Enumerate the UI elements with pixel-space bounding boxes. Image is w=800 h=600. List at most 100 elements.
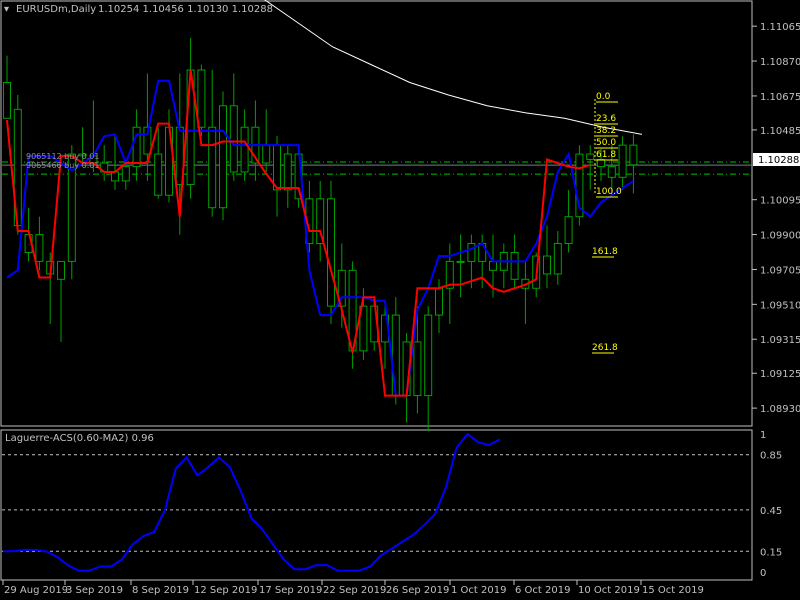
fibo-level-label: 161.8 — [592, 247, 618, 257]
candle-body-bear — [3, 82, 11, 119]
candle-body-bear — [597, 158, 605, 168]
candle — [273, 136, 281, 217]
candle-body-bear — [273, 144, 281, 191]
date-tick-label: 10 Oct 2019 — [578, 585, 640, 596]
candle-body-bear — [229, 105, 238, 173]
price-tick-label: 1.08930 — [760, 404, 800, 415]
candle — [521, 261, 530, 325]
fibo-level-label: 38.2 — [596, 126, 616, 136]
ma-lines-layer — [6, 0, 643, 397]
candle-body-bear — [607, 166, 616, 178]
candle — [327, 180, 335, 325]
date-tick-label: 1 Oct 2019 — [451, 585, 506, 596]
date-axis: 29 Aug 20193 Sep 2019 8 Sep 2019 12 Sep 20… — [2, 580, 704, 596]
fibo-level-label: 50.0 — [596, 138, 616, 148]
candle-body-bull — [435, 287, 443, 316]
candle-body-bear — [111, 171, 119, 182]
date-tick-label: 15 Oct 2019 — [642, 585, 704, 596]
candle — [121, 163, 130, 190]
price-tick-label: 1.10095 — [760, 196, 800, 207]
candle — [543, 225, 551, 289]
price-tick-label: 1.10485 — [760, 126, 800, 137]
candle-body-bull — [553, 243, 562, 275]
price-tick-label: 1.11065 — [760, 22, 800, 33]
candle-body-bear — [35, 234, 44, 262]
price-tick-label: 1.09125 — [760, 369, 800, 380]
candle — [456, 234, 465, 298]
fibonacci-layer[interactable]: 0.0 23.6 38.2 50.0 61.8 100.0 161.8 261.8 — [592, 92, 622, 354]
candle-body-bull — [283, 153, 292, 191]
candle — [564, 189, 573, 253]
candle-body-bear — [154, 153, 163, 196]
candle-body-bull — [467, 243, 476, 262]
fibo-level-label: 23.6 — [596, 114, 616, 124]
indicator-axis-label: 0.45 — [760, 506, 782, 517]
candle-body-bull — [240, 126, 249, 173]
candle-body-bear — [208, 126, 217, 209]
order-line-label-1: 9065112 buy 0.01 — [26, 152, 99, 161]
candle-body-bull — [121, 166, 130, 182]
candle-body-bear — [413, 341, 422, 397]
symbol-label: EURUSDm,Daily — [16, 4, 96, 15]
candle-body-bull — [219, 105, 227, 209]
ohlc-readout: 1.10254 1.10456 1.10130 1.10288 — [98, 4, 273, 15]
candle — [586, 145, 595, 190]
price-tick-label: 1.09510 — [760, 300, 800, 311]
candle — [57, 260, 65, 342]
date-tick-label: 3 Sep 2019 — [66, 585, 123, 596]
candle — [154, 127, 163, 199]
candle — [186, 37, 195, 199]
candle-body-bull — [456, 260, 465, 263]
candle — [219, 91, 227, 221]
candle — [618, 136, 627, 190]
candle — [499, 243, 508, 289]
candle — [100, 145, 109, 181]
date-tick-label: 29 Aug 2019 — [4, 585, 68, 596]
fibo-level-label: 100.0 — [596, 187, 622, 197]
indicator-axis-label: 1 — [760, 430, 766, 441]
date-tick-label: 22 Sep 2019 — [323, 585, 386, 596]
candle-body-bear — [586, 153, 595, 160]
candle-body-bear — [489, 260, 497, 271]
candle — [3, 55, 11, 119]
main-pane-frame — [0, 0, 753, 427]
indicator-axis-label: 0.85 — [760, 451, 782, 462]
candle — [337, 243, 346, 328]
candle — [424, 306, 433, 432]
candle-body-bull — [424, 314, 433, 397]
candle — [553, 230, 562, 285]
price-tick-label: 1.09900 — [760, 231, 800, 242]
candle-body-bear — [327, 198, 335, 307]
candle-body-bear — [543, 255, 551, 275]
chart-frames — [0, 0, 753, 581]
indicator-pane-frame — [0, 429, 753, 581]
fibo-level-label: 0.0 — [596, 92, 611, 102]
candle — [629, 134, 638, 194]
candle — [575, 145, 584, 226]
ma-fast-line — [6, 69, 591, 397]
candle-body-bear — [391, 314, 400, 397]
ma-long-line — [264, 0, 643, 135]
current-price-label: 1.10288 — [758, 155, 799, 166]
candle — [132, 109, 141, 181]
date-tick-label: 17 Sep 2019 — [259, 585, 322, 596]
price-tick-label: 1.10675 — [760, 92, 800, 103]
candle-body-bull — [132, 126, 141, 168]
candle-body-bear — [197, 69, 206, 128]
candle — [283, 145, 292, 208]
candle — [251, 100, 260, 181]
indicator-title: Laguerre-ACS(0.60-MA2) 0.96 — [5, 433, 154, 444]
chart-canvas: 0.0 23.6 38.2 50.0 61.8 100.0 161.8 261.8 1.110… — [0, 0, 800, 596]
price-tick-label: 1.09315 — [760, 335, 800, 346]
candle — [111, 136, 119, 190]
date-tick-label: 26 Sep 2019 — [386, 585, 449, 596]
candle — [262, 109, 271, 172]
symbol-dropdown-arrow-icon[interactable]: ▾ — [4, 4, 9, 15]
candle — [46, 252, 55, 325]
date-tick-label: 12 Sep 2019 — [194, 585, 257, 596]
date-tick-label: 8 Sep 2019 — [132, 585, 189, 596]
laguerre-line — [3, 432, 501, 572]
date-tick-label: 6 Oct 2019 — [515, 585, 570, 596]
candle-body-bull — [262, 144, 271, 164]
candle — [316, 180, 325, 262]
